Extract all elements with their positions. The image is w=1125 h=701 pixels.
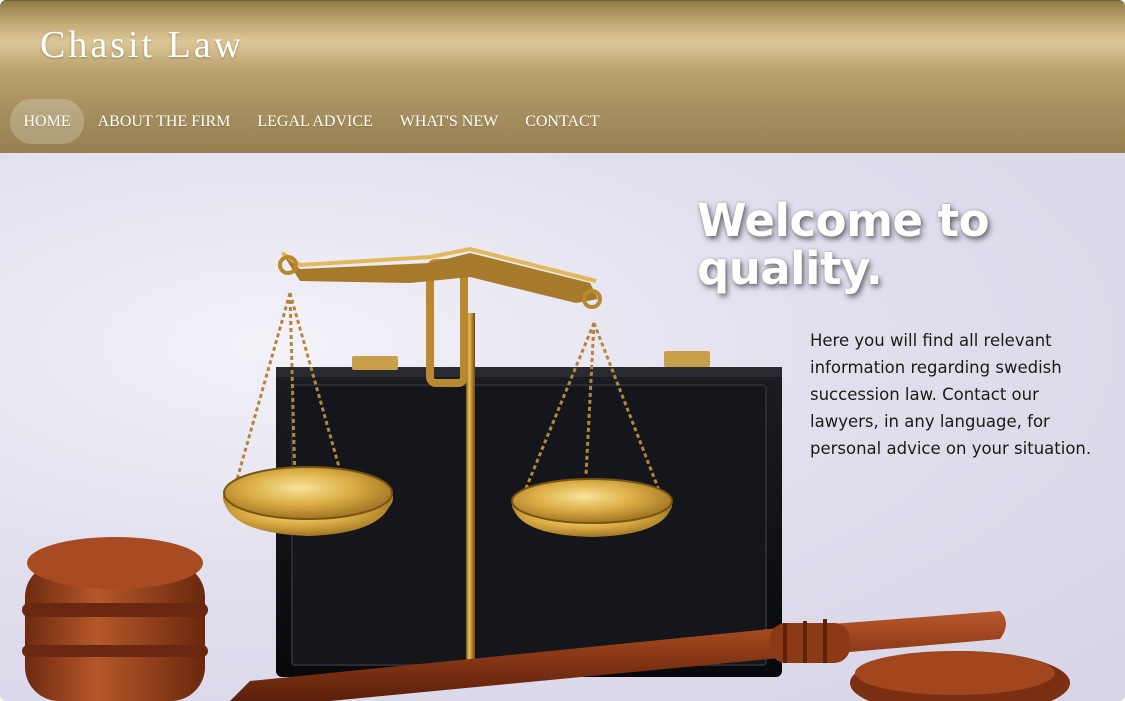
hero-description: Here you will find all relevant informat… — [810, 331, 1092, 458]
hero-section: Welcome to quality. Here you will find a… — [0, 153, 1125, 701]
main-nav: HOME ABOUT THE FIRM LEGAL ADVICE WHAT'S … — [10, 99, 613, 144]
nav-item-about[interactable]: ABOUT THE FIRM — [84, 99, 244, 144]
nav-item-home[interactable]: HOME — [10, 99, 85, 144]
nav-item-whats-new[interactable]: WHAT'S NEW — [386, 99, 511, 144]
site-window: Chasit Law HOME ABOUT THE FIRM LEGAL ADV… — [0, 0, 1125, 701]
hero-title: Welcome to quality. — [697, 194, 990, 295]
site-logo[interactable]: Chasit Law — [40, 23, 244, 67]
nav-item-contact[interactable]: CONTACT — [512, 99, 613, 144]
nav-item-legal-advice[interactable]: LEGAL ADVICE — [244, 99, 386, 144]
site-header: Chasit Law HOME ABOUT THE FIRM LEGAL ADV… — [0, 0, 1125, 153]
